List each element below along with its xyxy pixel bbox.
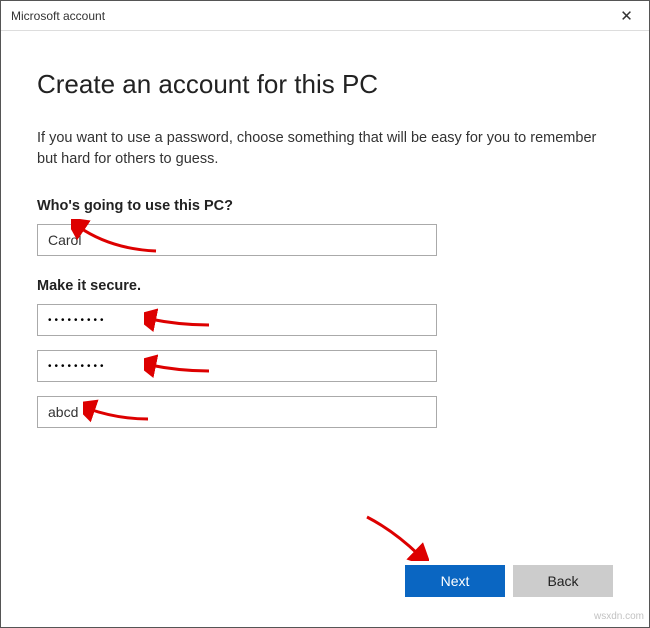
password-value: •••••••••	[48, 315, 107, 326]
username-value: Carol	[48, 232, 81, 248]
close-icon: ✕	[620, 7, 633, 25]
username-section-label: Who's going to use this PC?	[37, 198, 613, 214]
titlebar: Microsoft account ✕	[1, 1, 649, 31]
page-description: If you want to use a password, choose so…	[37, 128, 613, 170]
button-row: Next Back	[405, 565, 613, 597]
content-area: Create an account for this PC If you wan…	[1, 31, 649, 627]
password-hint-input[interactable]: abcd	[37, 396, 437, 428]
dialog-window: Microsoft account ✕ Create an account fo…	[0, 0, 650, 628]
password-confirm-value: •••••••••	[48, 361, 107, 372]
arrow-annotation-icon	[359, 511, 429, 561]
password-confirm-input[interactable]: •••••••••	[37, 350, 437, 382]
hint-value: abcd	[48, 404, 78, 420]
secure-section-label: Make it secure.	[37, 278, 613, 294]
next-button[interactable]: Next	[405, 565, 505, 597]
close-button[interactable]: ✕	[604, 1, 649, 31]
page-heading: Create an account for this PC	[37, 69, 613, 100]
username-input[interactable]: Carol	[37, 224, 437, 256]
window-title: Microsoft account	[11, 9, 105, 23]
back-button[interactable]: Back	[513, 565, 613, 597]
password-input[interactable]: •••••••••	[37, 304, 437, 336]
